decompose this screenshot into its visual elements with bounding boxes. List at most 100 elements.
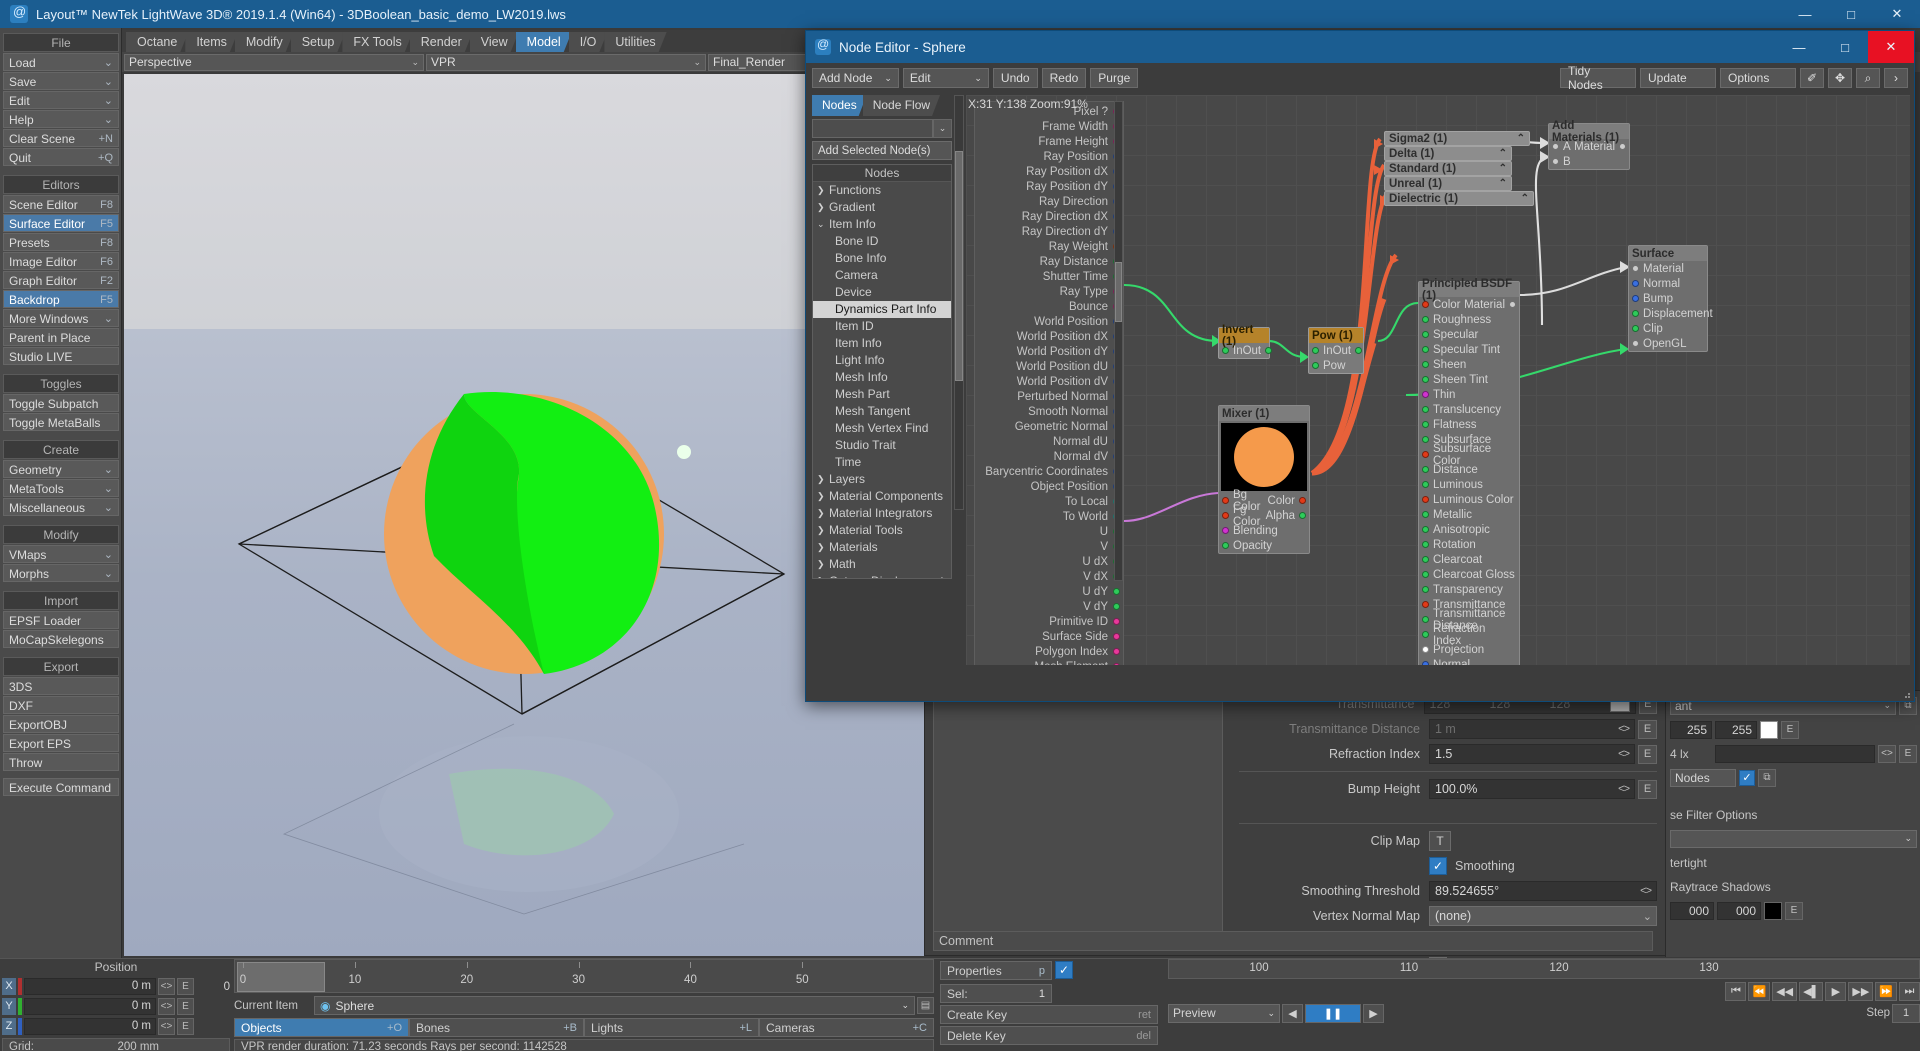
tree-node-mesh-part[interactable]: Mesh Part [813,386,951,403]
tree-node-math[interactable]: ❯ Math [813,556,951,573]
input-port-normal-dv[interactable]: Normal dV [975,449,1123,464]
lux-field[interactable] [1715,744,1875,763]
canvas-scrollbar[interactable] [1114,101,1123,581]
input-port-u-dx[interactable]: U dX [975,554,1123,569]
port-dot[interactable] [1422,541,1429,548]
input-port-v[interactable]: V [975,539,1123,554]
tree-node-material-components[interactable]: ❯ Material Components [813,488,951,505]
tab-nodes[interactable]: Nodes [812,95,867,116]
principled-port-rotation[interactable]: Rotation [1419,537,1519,552]
chevron-up-icon[interactable]: ⌃ [1499,163,1507,174]
port-dot[interactable] [1422,616,1429,623]
transport-button[interactable]: ⏮ [1725,981,1747,1001]
zeros-envelope-button[interactable]: E [1785,901,1803,920]
tree-node-mesh-vertex-find[interactable]: Mesh Vertex Find [813,420,951,437]
edit-dropdown[interactable]: Edit ⌄ [902,68,989,88]
input-port-mesh-element[interactable]: Mesh Element [975,659,1123,665]
chevron-up-icon[interactable]: ⌃ [1499,178,1507,189]
input-port-frame-width[interactable]: Frame Width [975,119,1123,134]
tab-node-flow[interactable]: Node Flow [863,95,940,116]
port-dot[interactable] [1632,280,1639,287]
sidebar-item-epsf-loader[interactable]: EPSF Loader [3,611,119,629]
step-forward-button[interactable]: ▶ [1363,1003,1384,1023]
lux-stepper[interactable]: <> [1878,744,1896,763]
options-button[interactable]: Options [1720,68,1796,88]
render-mode-select[interactable]: VPR ⌄ [426,53,706,71]
add-selected-nodes-button[interactable]: Add Selected Node(s) [812,141,952,160]
principled-port-translucency[interactable]: Translucency [1419,402,1519,417]
timeline-scrubber[interactable] [237,962,325,992]
move-icon[interactable]: ✥ [1828,68,1852,88]
view-mode-select[interactable]: Perspective ⌄ [124,53,424,71]
surface-port-opengl[interactable]: OpenGL [1629,336,1707,351]
tree-node-materials[interactable]: ❯ Materials [813,539,951,556]
clip-map-texture-button[interactable]: T [1429,831,1451,851]
maximize-button[interactable]: □ [1828,0,1874,28]
principled-port-normal[interactable]: Normal [1419,657,1519,665]
transport-button[interactable]: ⏪ [1748,981,1771,1001]
sidebar-item-surface-editor[interactable]: Surface Editor F5 [3,214,119,232]
input-port-ray-direction[interactable]: Ray Direction [975,194,1123,209]
transport-button[interactable]: ◀◀ [1772,981,1798,1001]
sidebar-item-exportobj[interactable]: ExportOBJ [3,715,119,733]
principled-port-clearcoat-gloss[interactable]: Clearcoat Gloss [1419,567,1519,582]
sidebar-item-quit[interactable]: Quit +Q [3,148,119,166]
axis-stepper-z[interactable]: <> [158,1018,175,1035]
port-dot[interactable] [1632,340,1639,347]
input-port-perturbed-normal[interactable]: Perturbed Normal [975,389,1123,404]
principled-port-clearcoat[interactable]: Clearcoat [1419,552,1519,567]
principled-port-subsurface-color[interactable]: Subsurface Color [1419,443,1519,467]
resize-grip-icon[interactable] [1901,689,1911,699]
node-editor-minimize-button[interactable]: — [1776,31,1822,63]
timeline-ruler[interactable]: 0 10 20 30 40 50 [234,959,934,993]
port-dot-in[interactable] [1222,512,1229,519]
input-port-ray-type[interactable]: Ray Type [975,284,1123,299]
chevron-down-icon[interactable]: ⌄ [1643,910,1652,923]
properties-checkbox[interactable]: ✓ [1055,961,1073,979]
input-port-ray-distance[interactable]: Ray Distance [975,254,1123,269]
sidebar-item-toggle-subpatch[interactable]: Toggle Subpatch [3,394,119,412]
tree-node-device[interactable]: Device [813,284,951,301]
axis-label-z[interactable]: Z [2,1018,16,1035]
tree-node-dynamics-part-info[interactable]: Dynamics Part Info [813,301,951,318]
surface-port-normal[interactable]: Normal [1629,276,1707,291]
sidebar-item-scene-editor[interactable]: Scene Editor F8 [3,195,119,213]
item-list-button[interactable]: ▤ [917,997,934,1014]
mixer-row-fg-color[interactable]: Fg Color Alpha [1219,504,1309,528]
input-port-u[interactable]: U [975,524,1123,539]
sidebar-item-help[interactable]: Help ⌄ [3,110,119,128]
surface-input-port-list[interactable]: Pixel ? Frame Width Frame Height Ray Positi… [974,101,1124,665]
port-dot[interactable] [1422,421,1429,428]
chevron-down-icon[interactable]: ⌄ [933,119,952,138]
sidebar-item-vmaps[interactable]: VMaps ⌄ [3,545,119,563]
collapsed-node-unreal-1-[interactable]: Unreal (1) ⌃ [1384,176,1512,191]
filter-select[interactable]: ⌄ [1670,829,1917,848]
input-port-v-dy[interactable]: V dY [975,599,1123,614]
input-port-object-position[interactable]: Object Position [975,479,1123,494]
port-dot[interactable] [1422,526,1429,533]
tree-node-camera[interactable]: Camera [813,267,951,284]
port-dot[interactable] [1113,663,1120,665]
surface-port-displacement[interactable]: Displacement [1629,306,1713,321]
port-dot[interactable] [1422,586,1429,593]
tree-node-material-tools[interactable]: ❯ Material Tools [813,522,951,539]
chevron-up-icon[interactable]: ⌃ [1521,193,1529,204]
pin-icon[interactable]: ✐ [1800,68,1824,88]
principled-port-specular[interactable]: Specular [1419,327,1519,342]
sidebar-item-dxf[interactable]: DXF [3,696,119,714]
refraction-index-value[interactable]: 1.5 [1435,747,1452,761]
collapsed-node-delta-1-[interactable]: Delta (1) ⌃ [1384,146,1512,161]
sidebar-item-graph-editor[interactable]: Graph Editor F2 [3,271,119,289]
node-surface-output[interactable]: Surface Material Normal Bump Displacement Cl… [1628,245,1713,352]
undo-button[interactable]: Undo [992,68,1038,88]
port-dot-in[interactable] [1222,347,1229,354]
node-add-materials[interactable]: Add Materials (1) A Material B [1548,120,1630,170]
current-item-select[interactable]: ◉ Sphere ⌄ [314,996,915,1015]
input-port-to-local[interactable]: To Local [975,494,1123,509]
sidebar-item-geometry[interactable]: Geometry ⌄ [3,460,119,478]
input-port-world-position[interactable]: World Position [975,314,1123,329]
port-dot-out[interactable] [1355,347,1363,354]
input-port-polygon-index[interactable]: Polygon Index [975,644,1123,659]
redo-button[interactable]: Redo [1041,68,1087,88]
port-dot[interactable] [1422,406,1429,413]
